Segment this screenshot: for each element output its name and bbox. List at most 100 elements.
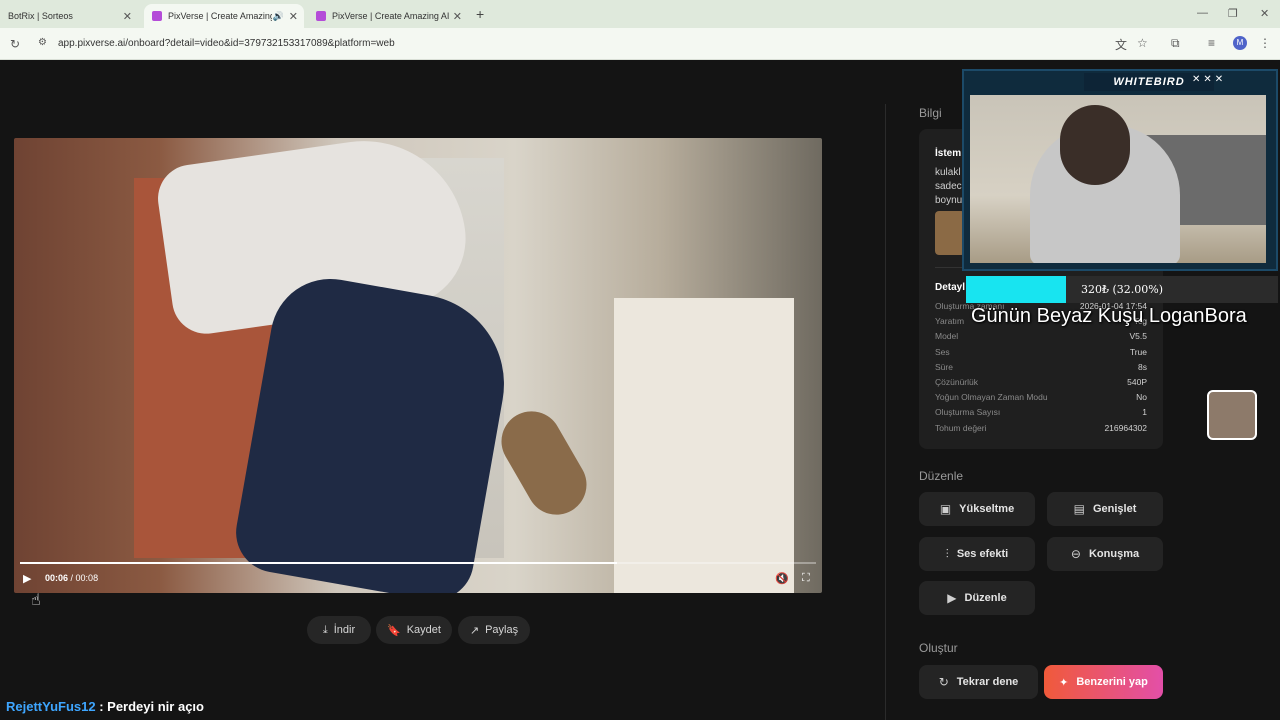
speaker-icon[interactable]: 🔊 (273, 11, 284, 22)
reference-image-thumbnail[interactable] (935, 211, 965, 255)
tab-title: PixVerse | Create Amazing AI V (332, 11, 452, 21)
edit-video-icon: ▶ (947, 591, 957, 605)
info-section-title: Bilgi (919, 106, 942, 120)
detail-key: Oluşturma Sayısı (935, 407, 1001, 418)
url-field[interactable]: app.pixverse.ai/onboard?detail=video&id=… (58, 38, 395, 49)
prompt-line: boynu (935, 195, 963, 206)
details-heading: Detayl (935, 282, 966, 293)
extend-icon: ▤ (1073, 502, 1085, 516)
detail-value: True (1129, 346, 1147, 357)
detail-key: Model (935, 331, 959, 342)
edit-section-title: Düzenle (919, 469, 964, 483)
panel-divider (885, 104, 886, 720)
edit-button[interactable]: ▶ Düzenle (919, 581, 1035, 615)
chat-username: RejettYuFus12 (6, 699, 96, 714)
hd-icon: ▣ (939, 502, 952, 516)
detail-value: V5.5 (1129, 331, 1148, 342)
extend-label: Genişlet (1092, 503, 1137, 515)
webcam-feed (970, 95, 1266, 263)
make-similar-label: Benzerini yap (1076, 676, 1148, 688)
media-control-icon[interactable]: ≡ (1208, 36, 1215, 50)
detail-value: 1 (1142, 407, 1147, 418)
bookmark-icon: 🔖 (387, 624, 401, 637)
download-icon: ⤓ (322, 623, 328, 636)
detail-key: Yaratım (935, 316, 965, 327)
donation-goal-title: Günün Beyaz Kuşu LoganBora (971, 305, 1247, 327)
close-tab-icon[interactable]: ✕ (453, 10, 462, 23)
play-icon[interactable]: ▶ (23, 572, 31, 585)
upscale-button[interactable]: ▣ Yükseltme (919, 492, 1035, 526)
detail-row: Ses True (935, 347, 1147, 361)
close-tab-icon[interactable]: ✕ (123, 10, 132, 23)
donation-goal-text: 320₺ (32.00%) (1080, 283, 1164, 296)
address-bar: ↻ ⚙ app.pixverse.ai/onboard?detail=video… (0, 28, 1280, 60)
detail-value: 8s (1138, 361, 1147, 372)
video-frame-person-legs (229, 269, 519, 593)
detail-row: Tohum değeri 216964302 (935, 423, 1147, 437)
detail-key: Yoğun Olmayan Zaman Modu (935, 392, 1048, 403)
streamer-webcam-overlay: WHITEBIRD ✕✕✕ (962, 69, 1278, 271)
detail-value: 540P (1127, 377, 1147, 387)
video-progress-fill (20, 562, 617, 564)
bookmark-star-icon[interactable]: ☆ (1137, 36, 1148, 50)
duration: 00:08 (75, 573, 99, 583)
webcam-person-head (1060, 105, 1130, 185)
menu-icon[interactable]: ⋮ (1259, 36, 1271, 50)
minimize-icon[interactable]: — (1197, 7, 1208, 19)
prompt-line: sadec (935, 181, 962, 192)
sound-effect-button[interactable]: ⫶ Ses efekti (919, 537, 1035, 571)
donation-goal-bar: 320₺ (32.00%) (966, 276, 1278, 303)
overlay-decoration: ✕✕✕ (1192, 74, 1227, 85)
detail-row: Oluşturma Sayısı 1 (935, 407, 1147, 421)
prompt-line: kulakl (935, 167, 961, 178)
share-label: Paylaş (485, 624, 519, 636)
detail-row: Çözünürlük 540P (935, 377, 1147, 391)
close-window-icon[interactable]: ✕ (1260, 7, 1269, 20)
pixverse-favicon (152, 11, 162, 21)
video-frame-cabinet (614, 298, 794, 593)
new-tab-icon[interactable]: + (476, 6, 484, 22)
detail-key: Süre (935, 361, 953, 372)
prompt-heading: İstem (935, 148, 962, 159)
reload-icon[interactable]: ↻ (10, 37, 20, 51)
extensions-icon[interactable]: ⧉ (1171, 36, 1180, 51)
upscale-label: Yükseltme (959, 503, 1015, 515)
save-button[interactable]: 🔖 Kaydet (376, 616, 452, 644)
detail-key: Ses (935, 346, 950, 357)
sparkle-icon: ✦ (1059, 676, 1069, 689)
translate-icon[interactable]: 文 (1115, 36, 1127, 53)
mouse-cursor-icon: ☝ (31, 592, 41, 609)
lips-icon: ⊖ (1070, 547, 1081, 561)
site-info-icon[interactable]: ⚙ (38, 37, 47, 48)
profile-avatar[interactable]: M (1233, 36, 1247, 50)
retry-button[interactable]: ↻ Tekrar dene (919, 665, 1038, 699)
download-label: İndir (333, 624, 356, 636)
fullscreen-icon[interactable]: ⛶ (802, 572, 810, 585)
waveform-icon: ⫶ (945, 546, 949, 561)
mute-icon[interactable]: 🔇 (775, 572, 789, 585)
sound-effect-label: Ses efekti (956, 548, 1009, 560)
retry-icon: ↻ (938, 675, 949, 689)
share-button[interactable]: ↗ Paylaş (458, 616, 530, 644)
brand-text: WHITEBIRD (1113, 76, 1185, 88)
retry-label: Tekrar dene (956, 676, 1019, 688)
make-similar-button[interactable]: ✦ Benzerini yap (1044, 665, 1163, 699)
video-progress-bar[interactable] (20, 562, 816, 564)
tab-pixverse[interactable]: PixVerse | Create Amazing AI V ✕ (308, 4, 468, 28)
extend-button[interactable]: ▤ Genişlet (1047, 492, 1163, 526)
detail-key: Tohum değeri (935, 422, 987, 433)
detail-value: No (1136, 392, 1147, 403)
download-button[interactable]: ⤓ İndir (307, 616, 371, 644)
chat-text: : Perdeyi nir açıo (99, 699, 204, 714)
detail-row: Süre 8s (935, 362, 1147, 376)
tab-pixverse-active[interactable]: PixVerse | Create Amazing AI 🔊 ✕ (144, 4, 304, 28)
video-frame-shoe (490, 400, 598, 526)
close-tab-icon[interactable]: ✕ (289, 10, 298, 23)
video-player[interactable] (14, 138, 822, 593)
detail-row: Model V5.5 (935, 331, 1147, 345)
secondary-webcam (1207, 390, 1257, 440)
pixverse-favicon (316, 11, 326, 21)
tab-botrix[interactable]: BotRix | Sorteos ✕ (0, 4, 138, 28)
speech-button[interactable]: ⊖ Konuşma (1047, 537, 1163, 571)
restore-icon[interactable]: ❐ (1228, 7, 1238, 20)
